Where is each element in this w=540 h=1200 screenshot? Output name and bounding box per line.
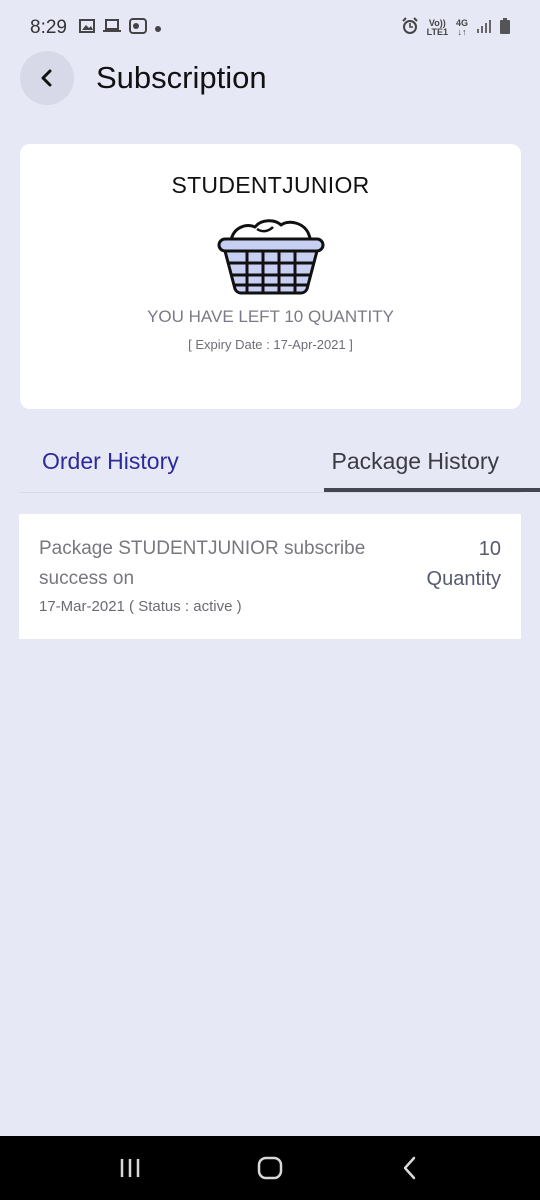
back-button[interactable] (20, 51, 74, 105)
dot-icon (154, 19, 161, 37)
recent-apps-icon (120, 1159, 140, 1177)
home-button[interactable] (240, 1148, 300, 1188)
home-icon (257, 1156, 283, 1180)
battery-icon (500, 17, 510, 39)
recent-apps-button[interactable] (100, 1148, 160, 1188)
history-description: Package STUDENTJUNIOR subscribe success … (39, 538, 366, 589)
signal-icon (476, 19, 492, 38)
volte-indicator: Vo)) LTE1 (426, 18, 448, 37)
status-time: 8:29 (30, 17, 67, 38)
back-arrow-icon (403, 1156, 416, 1180)
history-date-status: 17-Mar-2021 ( Status : active ) (39, 598, 242, 615)
system-navigation-bar (0, 1136, 540, 1200)
quantity-value: 10 (478, 538, 501, 560)
tab-package-history[interactable]: Package History (332, 430, 499, 492)
gallery-icon (78, 18, 95, 38)
status-left-icons (78, 17, 161, 39)
subscription-card: STUDENTJUNIOR YOU HAVE LEFT 10 QUANTITY … (20, 144, 521, 409)
status-right-icons: Vo)) LTE1 4G ↓↑ (401, 16, 510, 40)
tabs-divider (20, 492, 521, 493)
data-arrows-icon: ↓↑ (457, 27, 467, 37)
list-item[interactable]: Package STUDENTJUNIOR subscribe success … (19, 514, 521, 639)
active-tab-indicator (324, 488, 540, 492)
laundry-basket-icon (217, 219, 324, 295)
plan-name: STUDENTJUNIOR (171, 172, 370, 198)
expiry-date: [ Expiry Date : 17-Apr-2021 ] (188, 337, 353, 352)
network-type-indicator: 4G ↓↑ (455, 18, 468, 37)
history-quantity: 10 Quantity (427, 534, 501, 594)
page-title: Subscription (96, 60, 267, 95)
tab-order-history[interactable]: Order History (42, 430, 179, 492)
app-notification-icon (128, 17, 147, 39)
history-tabs: Order History Package History (20, 430, 521, 493)
alarm-icon (401, 16, 419, 40)
quantity-label: Quantity (426, 568, 501, 590)
status-bar: 8:29 Vo)) LTE1 4G ↓↑ (0, 0, 540, 56)
remaining-quantity: YOU HAVE LEFT 10 QUANTITY (147, 307, 394, 326)
nav-back-button[interactable] (380, 1148, 440, 1188)
app-header: Subscription (20, 50, 267, 106)
laptop-icon (102, 18, 121, 38)
chevron-left-icon (41, 69, 52, 87)
